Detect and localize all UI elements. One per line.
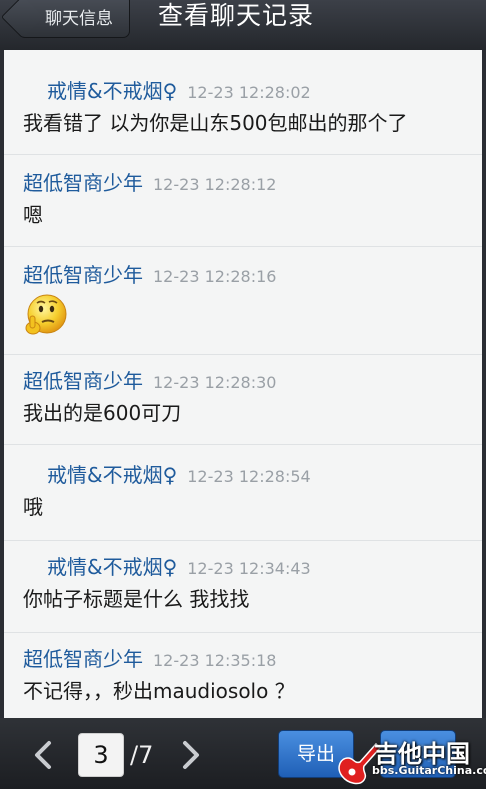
sender-name[interactable]: 戒情&不戒烟♀ (47, 555, 177, 579)
message-time: 12-23 12:28:16 (153, 267, 277, 286)
page-total: /7 (130, 741, 154, 769)
message-header: 超低智商少年 12-23 12:28:12 (23, 168, 276, 198)
message-list[interactable]: 戒情&不戒烟♀ 12-23 12:28:02 我看错了 以为你是山东500包邮出的… (4, 50, 482, 718)
divider (4, 632, 482, 633)
chevron-right-icon[interactable] (172, 735, 208, 775)
message-text: 哦 (23, 495, 43, 519)
sender-name[interactable]: 戒情&不戒烟♀ (47, 79, 177, 103)
message-text: 不记得，，秒出maudiosolo ？ (23, 679, 295, 703)
message-text: 嗯 (23, 203, 43, 227)
message-text: 我出的是600可刀 (23, 401, 182, 425)
site-watermark: 吉他中国 bbs.GuitarChina.com (332, 734, 486, 786)
message-header: 超低智商少年 12-23 12:35:18 (23, 644, 276, 674)
page-number-input[interactable]: 3 (78, 733, 124, 777)
back-button[interactable]: 聊天信息 (0, 0, 130, 39)
message-time: 12-23 12:28:54 (187, 467, 311, 486)
message-time: 12-23 12:35:18 (153, 651, 277, 670)
message-text: 你帖子标题是什么 我找找 (23, 587, 250, 611)
pagination-bar: 3 /7 导出 删除 吉他中国 bbs.GuitarChina.com (0, 718, 486, 789)
sender-name[interactable]: 超低智商少年 (23, 171, 143, 195)
sender-name[interactable]: 超低智商少年 (23, 369, 143, 393)
message-text: 我看错了 以为你是山东500包邮出的那个了 (23, 111, 408, 135)
divider (4, 444, 482, 445)
divider (4, 246, 482, 247)
message-header: 戒情&不戒烟♀ 12-23 12:34:43 (47, 552, 311, 582)
message-header: 戒情&不戒烟♀ 12-23 12:28:54 (47, 460, 311, 490)
watermark-url: bbs.GuitarChina.com (372, 764, 486, 777)
message-time: 12-23 12:28:02 (187, 83, 311, 102)
message-header: 超低智商少年 12-23 12:28:16 (23, 260, 276, 290)
chevron-left-icon[interactable] (26, 735, 62, 775)
sender-name[interactable]: 超低智商少年 (23, 647, 143, 671)
back-button-label: 聊天信息 (45, 8, 113, 29)
sender-name[interactable]: 超低智商少年 (23, 263, 143, 287)
divider (4, 154, 482, 155)
sender-name[interactable]: 戒情&不戒烟♀ (47, 463, 177, 487)
divider (4, 354, 482, 355)
message-time: 12-23 12:28:30 (153, 373, 277, 392)
chat-history-screen: 聊天信息 查看聊天记录 戒情&不戒烟♀ 12-23 12:28:02 我看错了 以… (0, 0, 486, 789)
divider (4, 540, 482, 541)
back-arrow-icon (0, 0, 44, 39)
title-bar: 聊天信息 查看聊天记录 (0, 0, 486, 50)
message-time: 12-23 12:34:43 (187, 559, 311, 578)
message-header: 超低智商少年 12-23 12:28:30 (23, 366, 276, 396)
message-time: 12-23 12:28:12 (153, 175, 277, 194)
thinking-face-icon (25, 294, 67, 335)
message-header: 戒情&不戒烟♀ 12-23 12:28:02 (47, 76, 311, 106)
page-title: 查看聊天记录 (158, 1, 315, 30)
